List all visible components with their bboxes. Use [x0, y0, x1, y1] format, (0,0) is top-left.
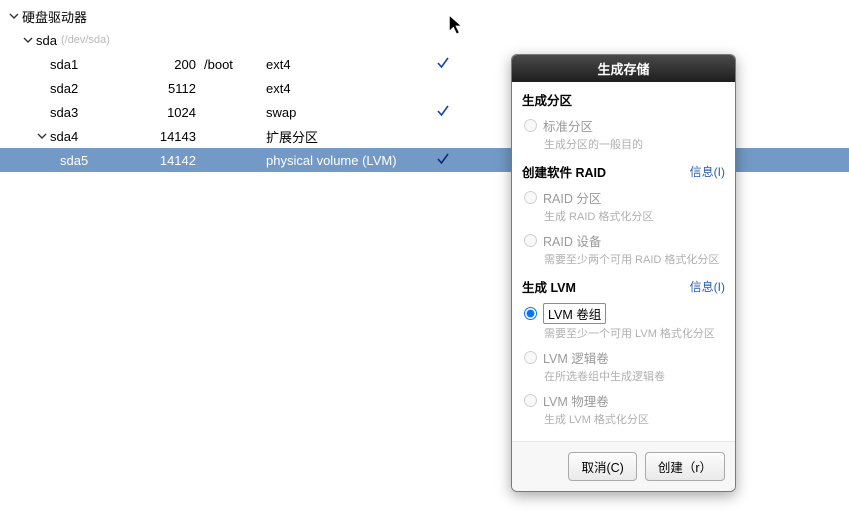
option-raid-partition[interactable]: RAID 分区 — [522, 185, 725, 208]
radio-lvm-lv[interactable] — [524, 351, 537, 364]
part-name: sda2 — [50, 81, 78, 96]
section-lvm-label: 生成 LVM — [522, 277, 576, 296]
disk-label: sda — [36, 33, 57, 48]
option-raid-part-desc: 生成 RAID 格式化分区 — [522, 208, 725, 228]
option-standard-partition[interactable]: 标准分区 — [522, 113, 725, 136]
part-mount: /boot — [196, 57, 258, 72]
option-raid-dev-desc: 需要至少两个可用 RAID 格式化分区 — [522, 251, 725, 271]
tree-root-row[interactable]: 硬盘驱动器 — [0, 4, 849, 28]
section-partition-label: 生成分区 — [522, 90, 572, 109]
lvm-info-link[interactable]: 信息(I) — [690, 278, 725, 295]
part-size: 14143 — [150, 129, 196, 144]
radio-raid-dev[interactable] — [524, 234, 537, 247]
radio-raid-part[interactable] — [524, 191, 537, 204]
option-raid-device[interactable]: RAID 设备 — [522, 228, 725, 251]
part-size: 14142 — [150, 153, 196, 168]
option-lvm-lv[interactable]: LVM 逻辑卷 — [522, 345, 725, 368]
option-lvm-pv-desc: 生成 LVM 格式化分区 — [522, 411, 725, 431]
part-size: 1024 — [150, 105, 196, 120]
check-icon — [428, 103, 458, 122]
part-name: sda1 — [50, 57, 78, 72]
radio-standard[interactable] — [524, 119, 537, 132]
cancel-button[interactable]: 取消(C) — [568, 452, 636, 481]
option-lvm-pv[interactable]: LVM 物理卷 — [522, 388, 725, 411]
disk-devpath: (/dev/sda) — [61, 34, 110, 46]
create-button[interactable]: 创建（r） — [645, 452, 725, 481]
chevron-down-icon[interactable] — [36, 130, 48, 142]
option-standard-desc: 生成分区的一般目的 — [522, 136, 725, 156]
part-type: swap — [258, 105, 428, 120]
tree-disk-row[interactable]: sda (/dev/sda) — [0, 28, 849, 52]
part-size: 5112 — [150, 81, 196, 96]
section-raid-label: 创建软件 RAID — [522, 162, 606, 181]
raid-info-link[interactable]: 信息(I) — [690, 163, 725, 180]
check-icon — [428, 55, 458, 74]
part-name: sda3 — [50, 105, 78, 120]
part-type: ext4 — [258, 81, 428, 96]
check-icon — [428, 151, 458, 170]
tree-root-label: 硬盘驱动器 — [22, 7, 87, 26]
option-lvm-lv-desc: 在所选卷组中生成逻辑卷 — [522, 368, 725, 388]
radio-lvm-vg[interactable] — [524, 307, 537, 320]
part-type: ext4 — [258, 57, 428, 72]
dialog-title: 生成存储 — [512, 55, 735, 82]
chevron-down-icon[interactable] — [8, 10, 20, 22]
part-name: sda4 — [50, 129, 78, 144]
part-type: physical volume (LVM) — [258, 153, 428, 168]
chevron-down-icon[interactable] — [22, 34, 34, 46]
part-name: sda5 — [60, 153, 88, 168]
create-storage-dialog: 生成存储 生成分区 标准分区 生成分区的一般目的 创建软件 RAID 信息(I)… — [511, 54, 736, 492]
option-lvm-vg[interactable]: LVM 卷组 — [522, 300, 725, 325]
part-type: 扩展分区 — [258, 127, 428, 146]
option-lvm-vg-desc: 需要至少一个可用 LVM 格式化分区 — [522, 325, 725, 345]
radio-lvm-pv[interactable] — [524, 394, 537, 407]
part-size: 200 — [150, 57, 196, 72]
